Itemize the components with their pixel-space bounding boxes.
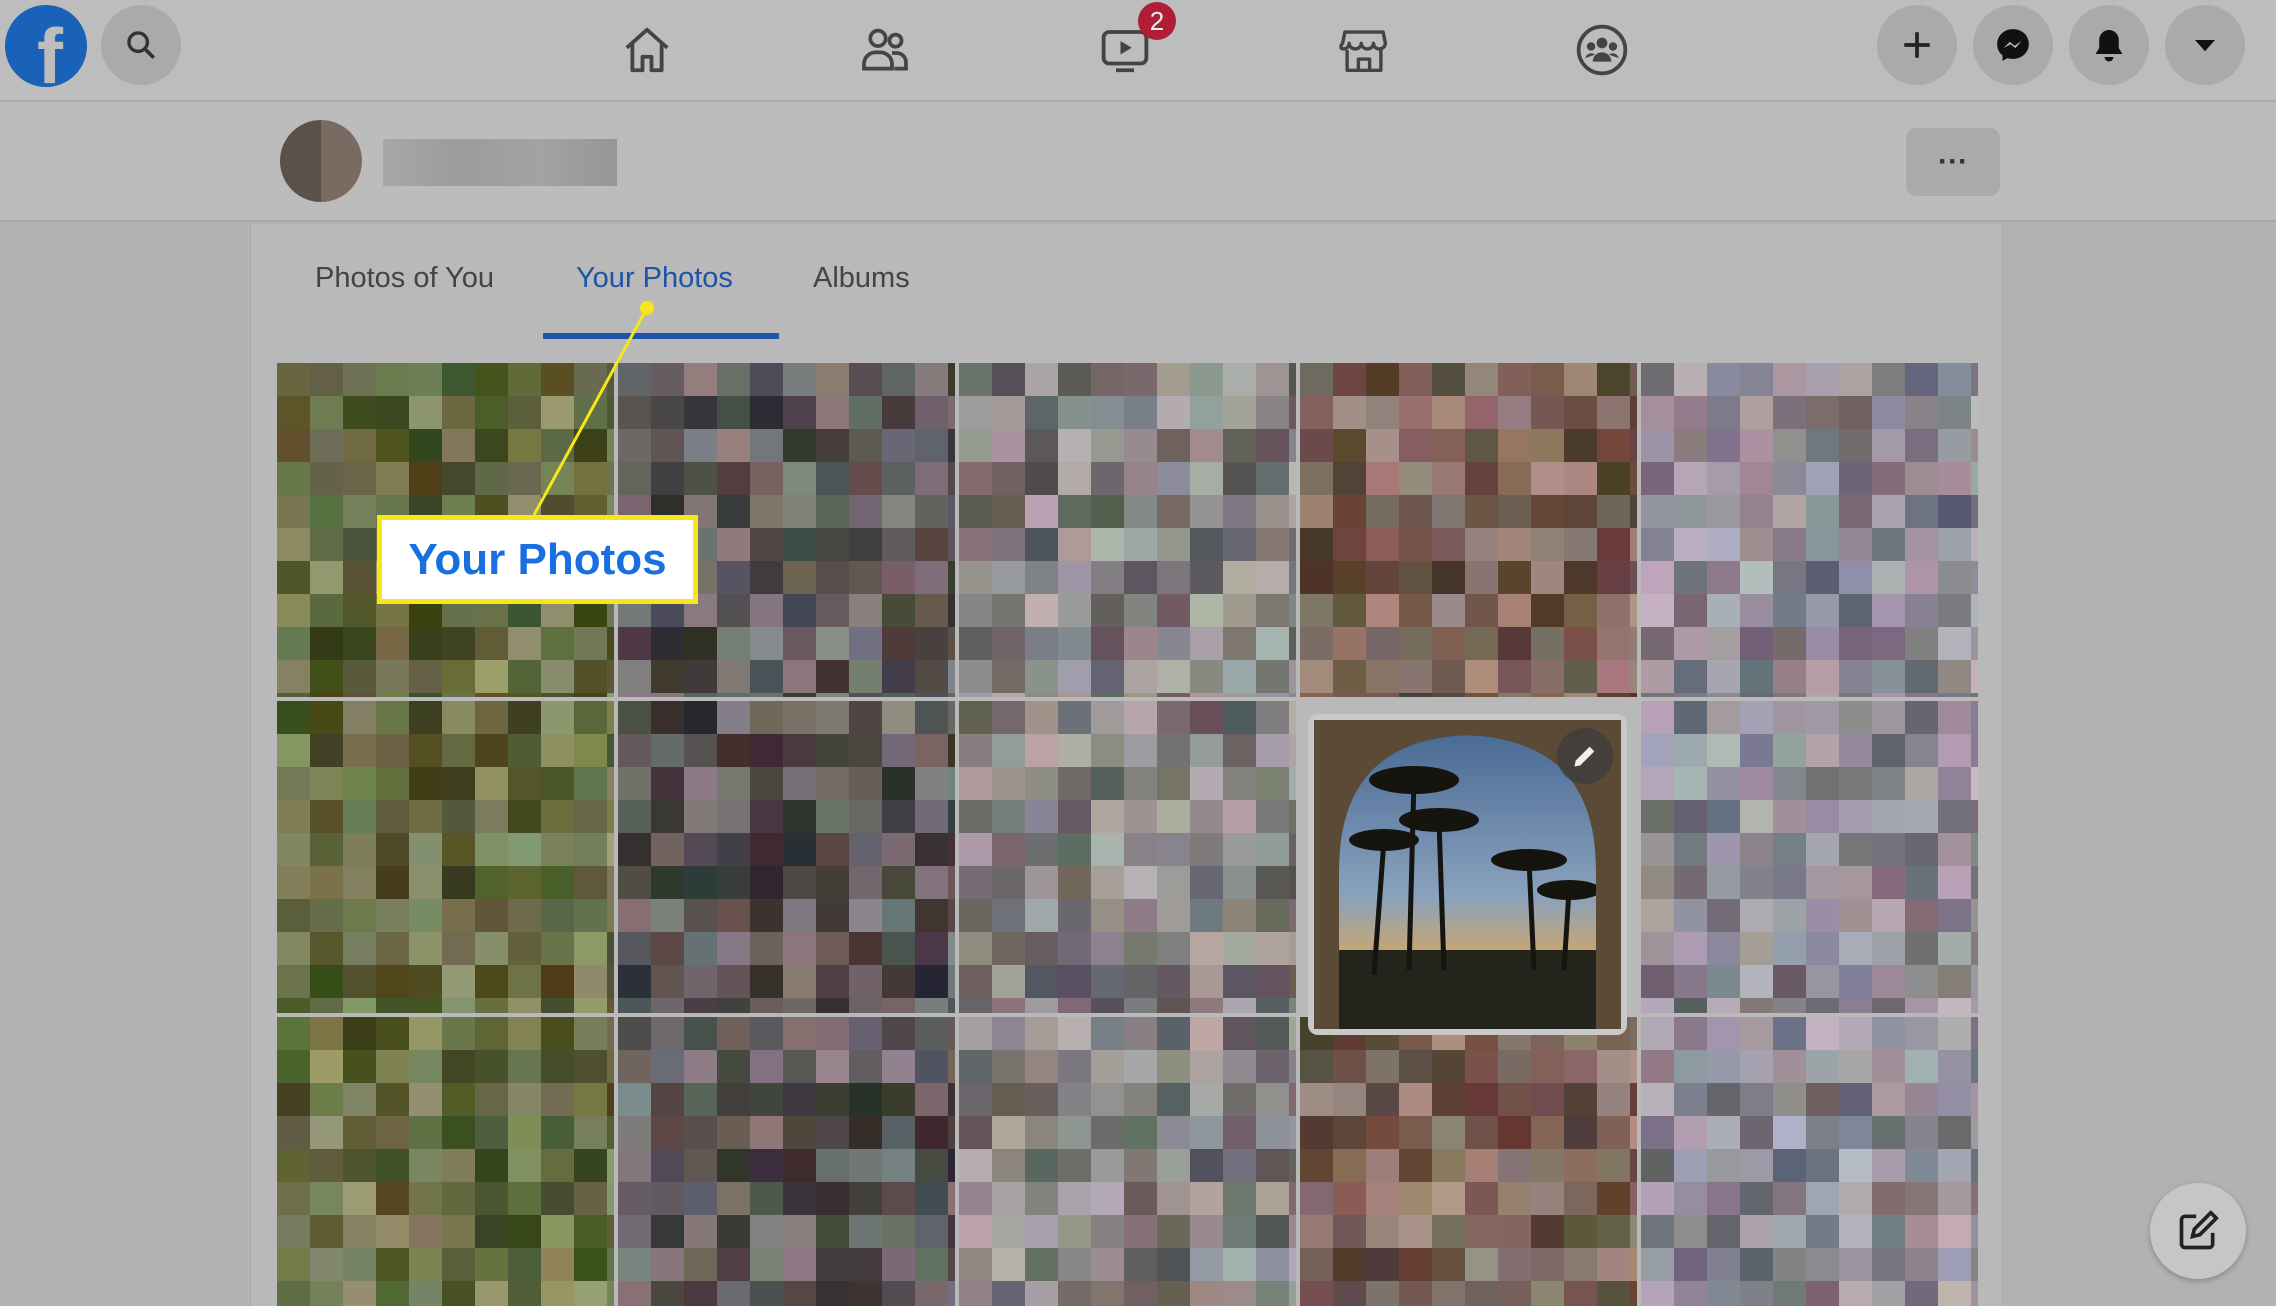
your-photos-callout: Your Photos [377, 515, 698, 604]
callout-pointer [532, 301, 654, 516]
